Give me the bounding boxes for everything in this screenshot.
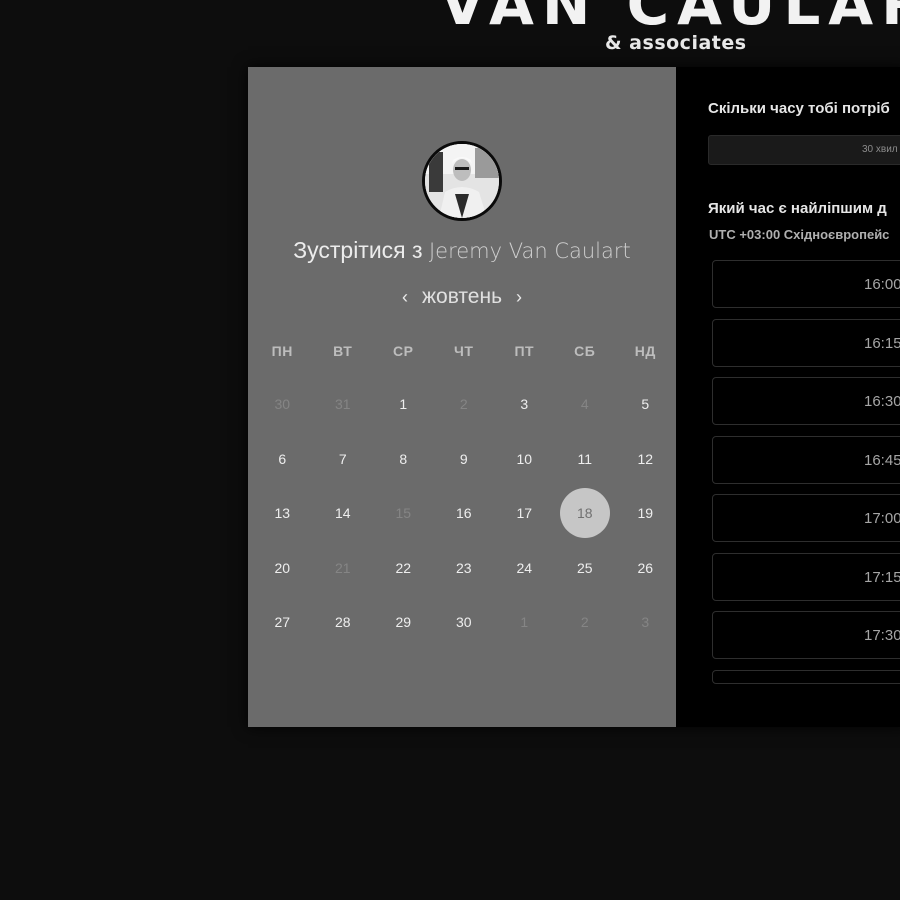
calendar-day-disabled: 15 (395, 505, 412, 522)
calendar-day[interactable]: 25 (555, 541, 616, 596)
selected-day-label: 18 (559, 488, 610, 539)
calendar-week: 13 14 15 16 17 18 19 (252, 486, 676, 541)
calendar-day[interactable]: 6 (252, 432, 313, 487)
calendar-day-disabled: 30 (274, 396, 291, 413)
calendar-day[interactable]: 19 (615, 486, 676, 541)
time-slot-button[interactable]: 17:30 (712, 611, 900, 659)
calendar-panel: Зустрітися з Jeremy Van Caulart ‹ жовтен… (248, 67, 676, 727)
calendar-day[interactable]: 27 (252, 595, 313, 650)
calendar-week: 20 21 22 23 24 25 26 (252, 541, 676, 596)
time-slot-list[interactable]: 16:00 16:15 16:30 16:45 17:00 17:15 17:3… (712, 260, 900, 694)
host-name: Jeremy Van Caulart (428, 239, 631, 263)
calendar-day-selected[interactable]: 18 (555, 486, 616, 541)
calendar-grid: 30 31 1 2 3 4 5 6 7 8 9 10 11 12 13 14 1… (252, 377, 676, 650)
calendar-day[interactable]: 30 (434, 595, 495, 650)
month-navigation: ‹ жовтень › (248, 285, 676, 309)
calendar-day[interactable]: 10 (494, 432, 555, 487)
timezone-selector[interactable]: UTC +03:00 Східноєвропейс (709, 227, 889, 242)
time-slot-button[interactable]: 16:15 (712, 318, 900, 367)
calendar-day-disabled: 4 (580, 396, 589, 413)
calendar-day[interactable]: 14 (313, 486, 374, 541)
calendar-day[interactable]: 23 (434, 541, 495, 596)
weekday-thu: ЧТ (454, 343, 474, 359)
time-slot-button[interactable]: 17:15 (712, 552, 900, 601)
calendar-week: 27 28 29 30 1 2 3 (252, 595, 676, 650)
time-slot-button[interactable]: 17:00 (712, 494, 900, 542)
calendar-day[interactable]: 28 (313, 595, 374, 650)
weekday-mon: ПН (271, 343, 293, 359)
calendar-day[interactable]: 29 (373, 595, 434, 650)
calendar-week: 6 7 8 9 10 11 12 (252, 432, 676, 487)
weekday-sun: НД (634, 343, 656, 359)
time-question: Який час є найліпшим д (708, 200, 887, 217)
time-slot-button-partial[interactable] (712, 669, 900, 684)
weekday-wed: СР (393, 343, 414, 359)
calendar-day[interactable]: 5 (615, 377, 676, 432)
calendar-day[interactable]: 8 (373, 432, 434, 487)
calendar-day[interactable]: 20 (252, 541, 313, 596)
calendar-week: 30 31 1 2 3 4 5 (252, 377, 676, 432)
calendar-day-disabled: 1 (520, 614, 529, 631)
calendar-day-disabled: 21 (334, 559, 351, 576)
calendar-day[interactable]: 12 (615, 432, 676, 487)
weekday-fri: ПТ (514, 343, 535, 359)
calendar-day-disabled: 2 (459, 396, 468, 413)
meeting-title-prefix: Зустрітися з (293, 237, 423, 263)
calendar-day[interactable]: 16 (434, 486, 495, 541)
calendar-day[interactable]: 22 (373, 541, 434, 596)
next-month-chevron-icon[interactable]: › (516, 287, 522, 308)
calendar-day[interactable]: 24 (494, 541, 555, 596)
brand-subtitle: & associates (605, 32, 747, 54)
calendar-day[interactable]: 13 (252, 486, 313, 541)
time-selection-panel: Скільки часу тобі потріб 30 хвил Який ча… (676, 67, 900, 727)
weekday-header: ПН ВТ СР ЧТ ПТ СБ НД (252, 343, 676, 359)
scheduler-card: Зустрітися з Jeremy Van Caulart ‹ жовтен… (248, 67, 900, 727)
time-slot-button[interactable]: 16:00 (712, 260, 900, 308)
calendar-day[interactable]: 1 (373, 377, 434, 432)
duration-select[interactable]: 30 хвил (708, 135, 900, 165)
booking-page: VAN CAULART & associates Зустрітися з (0, 0, 900, 900)
calendar-day-disabled: 31 (334, 396, 351, 413)
calendar-day[interactable]: 11 (555, 432, 616, 487)
month-label: жовтень (421, 285, 503, 308)
calendar-day[interactable]: 9 (434, 432, 495, 487)
duration-question: Скільки часу тобі потріб (708, 100, 890, 117)
time-slot-button[interactable]: 16:45 (712, 435, 900, 484)
calendar-day[interactable]: 17 (494, 486, 555, 541)
calendar-day[interactable]: 7 (313, 432, 374, 487)
avatar (422, 141, 502, 221)
prev-month-chevron-icon[interactable]: ‹ (402, 287, 408, 308)
time-slot-button[interactable]: 16:30 (712, 377, 900, 425)
calendar-day-disabled: 2 (580, 614, 589, 631)
avatar-photo (425, 144, 499, 218)
weekday-tue: ВТ (333, 343, 353, 359)
weekday-sat: СБ (574, 343, 596, 359)
calendar-day[interactable]: 3 (494, 377, 555, 432)
calendar-day[interactable]: 26 (615, 541, 676, 596)
calendar-day-disabled: 3 (641, 614, 650, 631)
meeting-title: Зустрітися з Jeremy Van Caulart (248, 237, 676, 264)
